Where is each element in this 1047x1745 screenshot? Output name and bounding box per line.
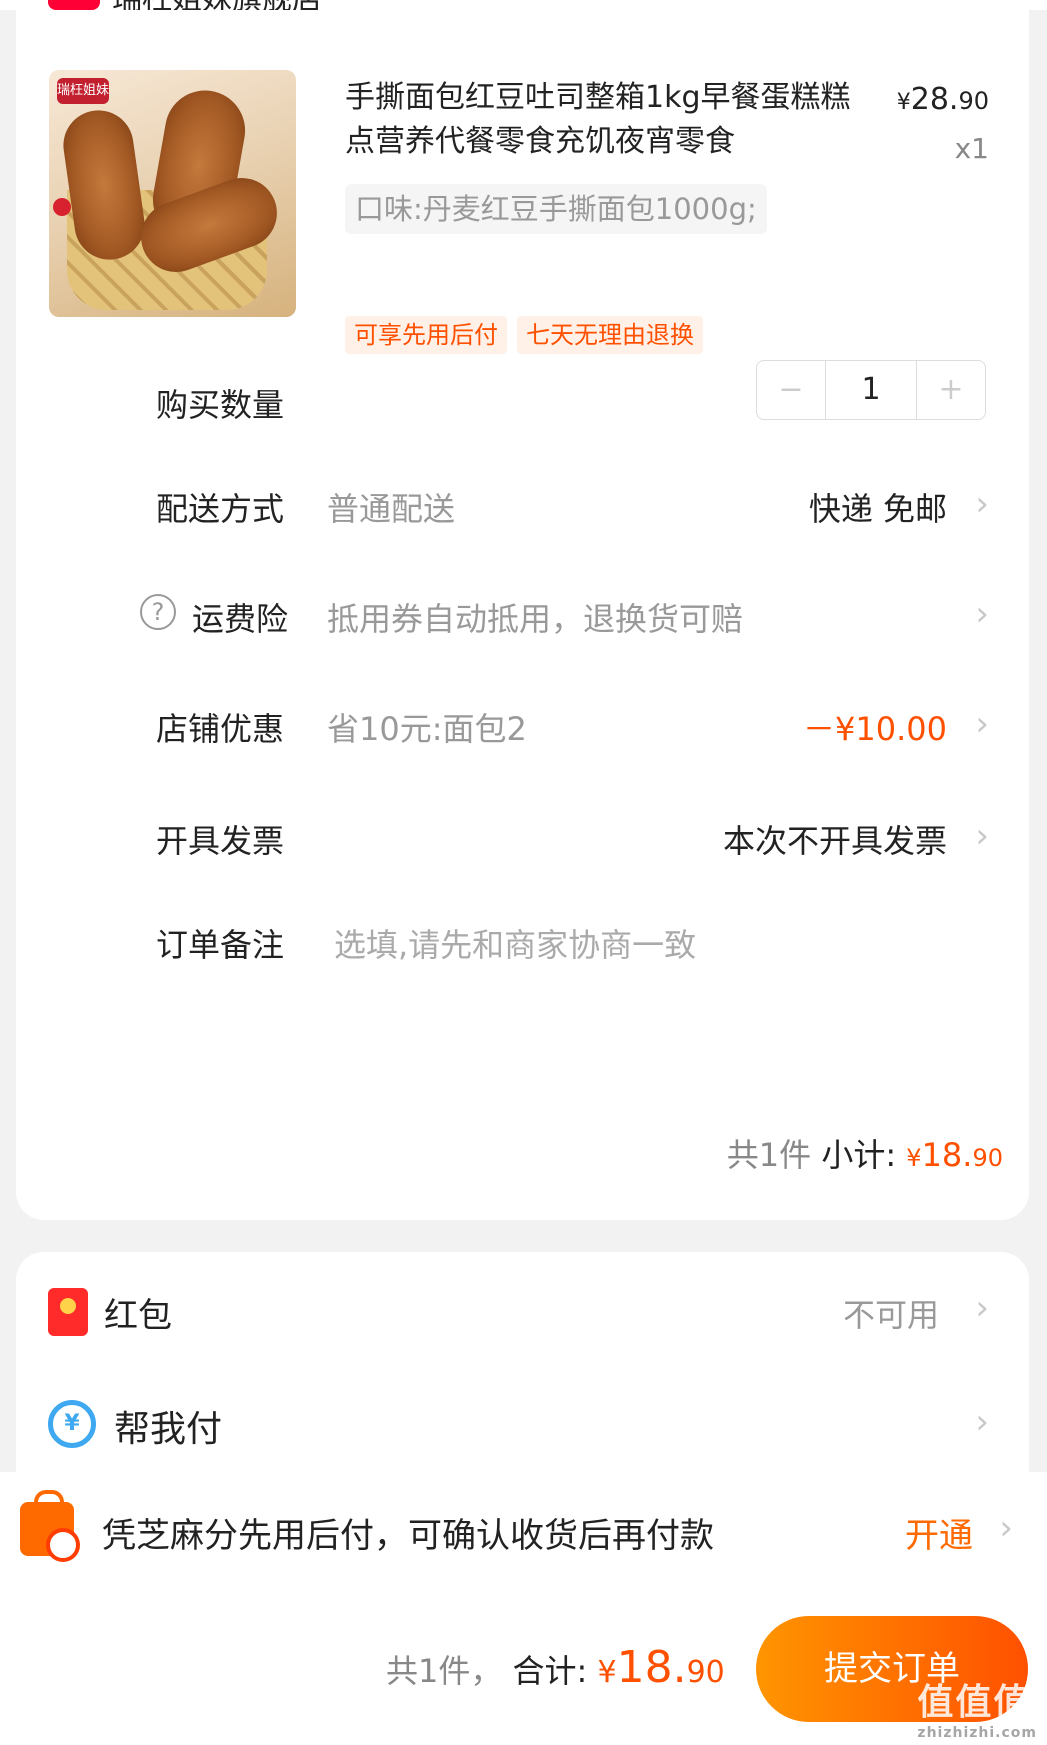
- store-discount-row[interactable]: 店铺优惠 省10元:面包2 －¥10.00 ›: [16, 696, 1029, 756]
- delivery-label: 配送方式: [156, 490, 285, 528]
- chevron-right-icon[interactable]: ›: [975, 1288, 989, 1328]
- shopping-bag-icon: [20, 1490, 80, 1562]
- chevron-right-icon[interactable]: ›: [975, 1402, 989, 1442]
- chevron-right-icon: ›: [975, 484, 989, 524]
- cherry-graphic: [53, 198, 71, 216]
- help-pay-label[interactable]: 帮我付: [114, 1400, 222, 1452]
- discount-desc: 省10元:面包2: [327, 710, 527, 748]
- watermark: 值值值 zhizhizhi.com: [917, 1673, 1037, 1741]
- discount-amount: －¥10.00: [803, 710, 947, 748]
- quantity-label: 购买数量: [156, 386, 285, 424]
- subtotal-amount: ¥18.90: [906, 1136, 1003, 1174]
- subtotal-decimal: 90: [972, 1144, 1003, 1172]
- insurance-label: 运费险: [192, 600, 289, 638]
- total-label: 合计:: [512, 1652, 588, 1690]
- price-decimal: 90: [958, 87, 989, 115]
- total-count: 共1件，: [386, 1652, 503, 1690]
- note-input[interactable]: 选填,请先和商家协商一致: [334, 920, 696, 966]
- store-header[interactable]: 天猫 瑞枉姐妹旗舰店: [0, 0, 1047, 10]
- total-currency: ¥: [597, 1655, 617, 1690]
- total-amount: ¥18.90: [597, 1642, 725, 1693]
- help-pay-icon: ¥: [48, 1400, 96, 1448]
- red-packet-label[interactable]: 红包: [104, 1288, 172, 1337]
- order-total: 共1件， 合计: ¥18.90: [386, 1642, 725, 1693]
- total-decimal: 90: [686, 1655, 725, 1690]
- red-packet-status: 不可用: [842, 1296, 939, 1334]
- chevron-right-icon[interactable]: ›: [999, 1508, 1013, 1548]
- subtotal-integer: 18.: [921, 1136, 973, 1174]
- tag-bnpl: 可享先用后付: [345, 316, 507, 354]
- delivery-value: 快递 免邮: [808, 490, 947, 528]
- subtotal-currency: ¥: [906, 1144, 922, 1172]
- delivery-row[interactable]: 配送方式 普通配送 快递 免邮 ›: [16, 476, 1029, 536]
- store-name[interactable]: 瑞枉姐妹旗舰店: [112, 0, 322, 10]
- chevron-right-icon: ›: [975, 704, 989, 744]
- product-title[interactable]: 手撕面包红豆吐司整箱1kg早餐蛋糕糕点营养代餐零食充饥夜宵零食: [345, 76, 865, 164]
- product-spec[interactable]: 口味:丹麦红豆手撕面包1000g;: [345, 184, 767, 234]
- decrement-button[interactable]: −: [757, 361, 825, 419]
- bnpl-text: 凭芝麻分先用后付，可确认收货后再付款: [102, 1516, 714, 1556]
- quantity-input[interactable]: 1: [825, 361, 917, 419]
- chevron-right-icon: ›: [975, 594, 989, 634]
- brand-logo: 瑞枉姐妹: [57, 78, 109, 104]
- product-image[interactable]: 瑞枉姐妹: [49, 70, 296, 317]
- order-note-row: 订单备注 选填,请先和商家协商一致: [16, 912, 1029, 972]
- shipping-insurance-row[interactable]: ? 运费险 抵用券自动抵用，退换货可赔 ›: [16, 586, 1029, 646]
- watermark-url: zhizhizhi.com: [917, 1725, 1037, 1741]
- order-card: 瑞枉姐妹 手撕面包红豆吐司整箱1kg早餐蛋糕糕点营养代餐零食充饥夜宵零食 ¥28…: [16, 10, 1029, 1220]
- quantity-stepper[interactable]: − 1 +: [756, 360, 986, 420]
- service-tags: 可享先用后付 七天无理由退换: [345, 316, 703, 354]
- subtotal-label: 小计:: [821, 1136, 897, 1174]
- discount-label: 店铺优惠: [156, 710, 285, 748]
- chevron-right-icon: ›: [975, 816, 989, 856]
- note-label: 订单备注: [156, 926, 285, 964]
- price-currency: ¥: [896, 90, 911, 115]
- red-packet-icon: [48, 1288, 88, 1336]
- insurance-desc: 抵用券自动抵用，退换货可赔: [327, 600, 744, 638]
- total-integer: 18.: [616, 1642, 687, 1693]
- invoice-value: 本次不开具发票: [722, 822, 947, 860]
- product-quantity: x1: [954, 132, 989, 165]
- watermark-text: 值值值: [917, 1682, 1032, 1723]
- invoice-row[interactable]: 开具发票 本次不开具发票 ›: [16, 808, 1029, 868]
- enable-bnpl-button[interactable]: 开通: [905, 1508, 973, 1557]
- checkout-footer: 凭芝麻分先用后付，可确认收货后再付款 开通 › 共1件， 合计: ¥18.90 …: [0, 1472, 1047, 1745]
- tmall-badge: 天猫: [48, 0, 100, 10]
- increment-button[interactable]: +: [917, 361, 985, 419]
- delivery-type: 普通配送: [327, 490, 456, 528]
- payment-options-card: 红包 不可用 › ¥ 帮我付 ›: [16, 1252, 1029, 1472]
- subtotal-count: 共1件: [726, 1136, 812, 1174]
- product-price: ¥28.90: [897, 82, 989, 117]
- tag-seven-day-return: 七天无理由退换: [517, 316, 703, 354]
- subtotal: 共1件 小计: ¥18.90: [727, 1130, 1003, 1176]
- price-integer: 28.: [910, 82, 959, 117]
- invoice-label: 开具发票: [156, 822, 285, 860]
- help-icon[interactable]: ?: [140, 594, 176, 630]
